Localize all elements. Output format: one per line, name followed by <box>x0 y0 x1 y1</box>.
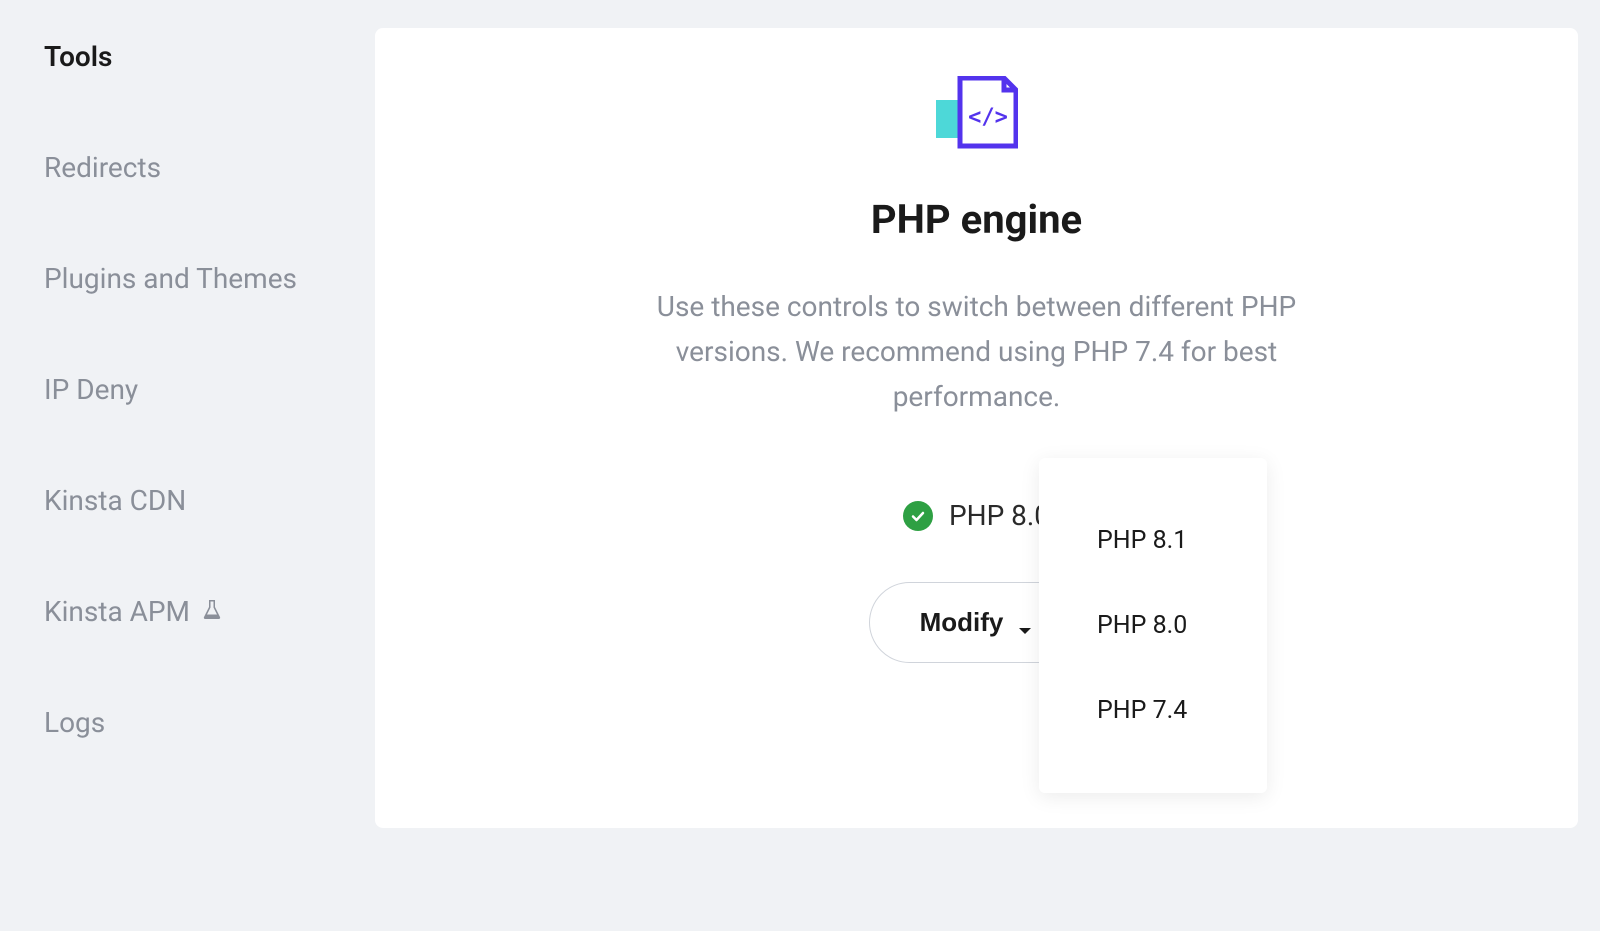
php-version-dropdown: PHP 8.1 PHP 8.0 PHP 7.4 <box>1039 458 1267 793</box>
modify-button-label: Modify <box>920 607 1004 638</box>
sidebar-item-redirects[interactable]: Redirects <box>44 151 375 184</box>
flask-icon <box>202 595 222 628</box>
sidebar-item-kinsta-apm[interactable]: Kinsta APM <box>44 595 375 628</box>
sidebar-item-logs[interactable]: Logs <box>44 706 375 739</box>
sidebar-item-label: Tools <box>44 40 112 73</box>
dropdown-option-php80[interactable]: PHP 8.0 <box>1039 583 1267 668</box>
current-version-label: PHP 8.0 <box>949 499 1050 532</box>
card-title: PHP engine <box>435 196 1518 243</box>
check-circle-icon <box>903 501 933 531</box>
sidebar-item-ip-deny[interactable]: IP Deny <box>44 373 375 406</box>
chevron-down-icon <box>1017 615 1033 631</box>
sidebar-item-label: IP Deny <box>44 373 138 406</box>
sidebar-item-label: Logs <box>44 706 105 739</box>
sidebar-item-tools[interactable]: Tools <box>44 40 375 73</box>
sidebar-item-kinsta-cdn[interactable]: Kinsta CDN <box>44 484 375 517</box>
dropdown-option-php74[interactable]: PHP 7.4 <box>1039 668 1267 753</box>
svg-text:</>: </> <box>968 105 1008 130</box>
php-file-icon: </> <box>936 76 1018 154</box>
main-content: </> PHP engine Use these controls to swi… <box>375 0 1600 931</box>
sidebar-item-plugins-themes[interactable]: Plugins and Themes <box>44 262 375 295</box>
sidebar-item-label: Kinsta APM <box>44 595 190 628</box>
sidebar-item-label: Plugins and Themes <box>44 262 297 295</box>
sidebar-item-label: Kinsta CDN <box>44 484 186 517</box>
sidebar: Tools Redirects Plugins and Themes IP De… <box>0 0 375 931</box>
sidebar-item-label: Redirects <box>44 151 161 184</box>
card-description: Use these controls to switch between dif… <box>617 285 1337 419</box>
php-engine-card: </> PHP engine Use these controls to swi… <box>375 28 1578 828</box>
current-php-version: PHP 8.0 <box>903 499 1050 532</box>
dropdown-option-php81[interactable]: PHP 8.1 <box>1039 498 1267 583</box>
